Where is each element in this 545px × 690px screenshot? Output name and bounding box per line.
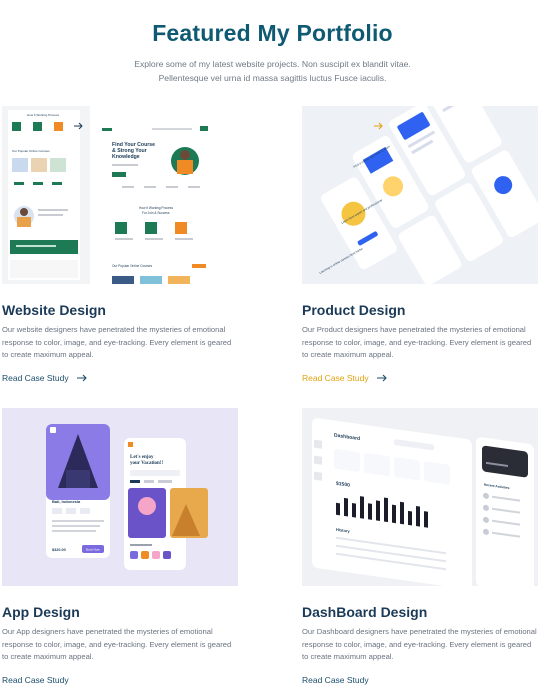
card-description: Our App designers have penetrated the my… xyxy=(2,627,232,661)
website-mockup-image: How It Working Process Our Popular Onlin… xyxy=(2,106,238,284)
app-mockup-image: Bali, Indonesia $320.00 Book Now Let's e… xyxy=(2,408,238,586)
portfolio-card-dashboard[interactable]: Dashboard $1500 History Recent Activitie… xyxy=(302,408,542,685)
svg-text:$320.00: $320.00 xyxy=(52,548,66,552)
arrow-right-icon xyxy=(76,374,87,381)
read-case-study-link[interactable]: Read Case Study xyxy=(302,675,542,685)
svg-text:Our Popular Online Courses: Our Popular Online Courses xyxy=(12,149,50,153)
link-label: Read Case Study xyxy=(2,372,69,383)
website-design-thumbnail[interactable]: How It Working Process Our Popular Onlin… xyxy=(2,106,238,284)
product-design-thumbnail[interactable]: Find a course you want to learn Learn fr… xyxy=(302,106,538,284)
card-title: App Design xyxy=(2,604,80,620)
app-design-thumbnail[interactable]: Bali, Indonesia $320.00 Book Now Let's e… xyxy=(2,408,238,586)
page-subtitle: Explore some of my latest website projec… xyxy=(134,59,411,83)
read-case-study-link[interactable]: Read Case Study xyxy=(302,373,542,383)
dashboard-design-thumbnail[interactable]: Dashboard $1500 History Recent Activitie… xyxy=(302,408,538,586)
portfolio-card-app[interactable]: Bali, Indonesia $320.00 Book Now Let's e… xyxy=(2,408,242,685)
link-label: Read Case Study xyxy=(302,674,369,685)
portfolio-card-product[interactable]: Find a course you want to learn Learn fr… xyxy=(302,106,542,383)
card-title: Product Design xyxy=(302,302,406,318)
page-title: Featured My Portfolio xyxy=(152,20,393,46)
card-title: Website Design xyxy=(2,302,106,318)
svg-text:Book Now: Book Now xyxy=(86,548,101,552)
portfolio-header: Featured My Portfolio Explore some of my… xyxy=(0,20,545,85)
svg-text:How It Working Process: How It Working Process xyxy=(27,113,59,117)
link-label: Read Case Study xyxy=(302,372,369,383)
svg-text:Our Popular Online Courses: Our Popular Online Courses xyxy=(112,264,152,268)
svg-text:How It Working Process: How It Working Process xyxy=(139,206,173,210)
svg-text:Knowledge: Knowledge xyxy=(112,154,140,160)
svg-text:your Vacation!!: your Vacation!! xyxy=(130,461,163,466)
svg-text:Bali, Indonesia: Bali, Indonesia xyxy=(52,499,81,504)
card-description: Our Dashboard designers have penetrated … xyxy=(302,627,537,661)
card-title: DashBoard Design xyxy=(302,604,428,620)
card-description: Our website designers have penetrated th… xyxy=(2,325,232,359)
svg-text:For Join & Success: For Join & Success xyxy=(142,211,170,215)
card-description: Our Product designers have penetrated th… xyxy=(302,325,532,359)
read-case-study-link[interactable]: Read Case Study xyxy=(2,675,242,685)
read-case-study-link[interactable]: Read Case Study xyxy=(2,373,242,383)
link-label: Read Case Study xyxy=(2,674,69,685)
portfolio-card-website[interactable]: How It Working Process Our Popular Onlin… xyxy=(2,106,242,383)
product-mockup-image: Find a course you want to learn Learn fr… xyxy=(302,106,538,284)
dashboard-mockup-image: Dashboard $1500 History Recent Activitie… xyxy=(302,408,538,586)
svg-text:Let's enjoy: Let's enjoy xyxy=(130,455,154,460)
arrow-right-icon xyxy=(376,374,387,381)
